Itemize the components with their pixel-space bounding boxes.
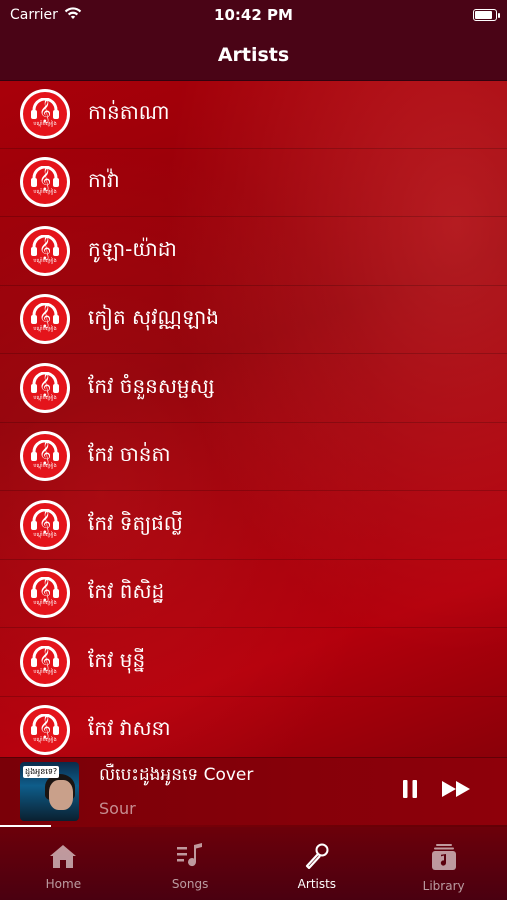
- artist-name: កែវ ពិសិដ្ឋ: [88, 579, 165, 604]
- mini-player[interactable]: ដូងអូនទេ? លឺបេះដូងអូនទេ Cover Sour: [0, 757, 507, 825]
- artist-row[interactable]: 𝄞 បណ្តុំចម្រៀង កៀត សុវណ្ណឡាង: [0, 286, 507, 354]
- artist-avatar: 𝄞 បណ្តុំចម្រៀង: [20, 225, 70, 276]
- logo-text: បណ្តុំចម្រៀង: [33, 531, 57, 538]
- carrier-label: Carrier: [10, 7, 58, 23]
- tab-home-label: Home: [45, 877, 82, 891]
- logo-text: បណ្តុំចម្រៀង: [33, 189, 57, 196]
- artist-row[interactable]: 𝄞 បណ្តុំចម្រៀង កាវ៉ា: [0, 149, 507, 217]
- headphones-icon: [31, 508, 59, 530]
- artist-avatar: 𝄞 បណ្តុំចម្រៀង: [20, 499, 70, 550]
- headphones-icon: [31, 97, 59, 119]
- logo-text: បណ្តុំចម្រៀង: [33, 326, 57, 333]
- fast-forward-icon[interactable]: [441, 779, 473, 803]
- tab-bar: Home Songs Artists Library: [0, 827, 507, 900]
- headphones-icon: [31, 371, 59, 393]
- tab-artists[interactable]: Artists: [254, 827, 381, 900]
- page-title: Artists: [217, 44, 290, 66]
- artist-row[interactable]: 𝄞 បណ្តុំចម្រៀង កែវ ទិត្យផល្លី: [0, 491, 507, 560]
- album-cover[interactable]: ដូងអូនទេ?: [20, 761, 79, 821]
- artist-name: កែវ មុន្នី: [88, 647, 146, 672]
- logo-text: បណ្តុំចម្រៀង: [33, 463, 57, 470]
- artist-list[interactable]: 𝄞 បណ្តុំចម្រៀង កាន់តាណា 𝄞 បណ្តុំចម្រៀង កាវ៉ា 𝄞…: [0, 80, 507, 760]
- logo-text: បណ្តុំចម្រៀង: [33, 737, 57, 744]
- artist-name: កែវ វាសនា: [88, 716, 171, 741]
- artist-row[interactable]: 𝄞 បណ្តុំចម្រៀង កែវ វាសនា: [0, 697, 507, 761]
- headphones-icon: [31, 440, 59, 462]
- logo-text: បណ្តុំចម្រៀង: [33, 120, 57, 127]
- tab-library[interactable]: Library: [380, 827, 507, 900]
- logo-text: បណ្តុំចម្រៀង: [33, 394, 57, 401]
- artist-name: កាវ៉ា: [88, 168, 120, 193]
- battery-icon: [473, 9, 500, 21]
- artist-avatar: 𝄞 បណ្តុំចម្រៀង: [20, 362, 70, 413]
- headphones-icon: [31, 645, 59, 667]
- artist-name: កែវ ចំនួនសម្ផស្ស: [88, 373, 215, 398]
- artist-row[interactable]: 𝄞 បណ្តុំចម្រៀង កូឡា-យ៉ាដា: [0, 217, 507, 286]
- artist-name: កែវ ទិត្យផល្លី: [88, 510, 183, 535]
- artist-row[interactable]: 𝄞 បណ្តុំចម្រៀង កែវ ចាន់តា: [0, 423, 507, 491]
- artist-avatar: 𝄞 បណ្តុំចម្រៀង: [20, 294, 70, 345]
- artist-avatar: 𝄞 បណ្តុំចម្រៀង: [20, 636, 70, 687]
- artist-name: កែវ ចាន់តា: [88, 442, 171, 467]
- headphones-icon: [31, 303, 59, 325]
- artist-row[interactable]: 𝄞 បណ្តុំចម្រៀង កែវ ពិសិដ្ឋ: [0, 560, 507, 628]
- headphones-icon: [31, 577, 59, 599]
- pause-icon[interactable]: [401, 778, 419, 804]
- artist-avatar: 𝄞 បណ្តុំចម្រៀង: [20, 568, 70, 619]
- artist-row[interactable]: 𝄞 បណ្តុំចម្រៀង កាន់តាណា: [0, 80, 507, 149]
- tab-songs-label: Songs: [171, 877, 209, 891]
- artist-row[interactable]: 𝄞 បណ្តុំចម្រៀង កែវ ចំនួនសម្ផស្ស: [0, 354, 507, 423]
- songs-icon: [176, 843, 204, 873]
- logo-text: បណ្តុំចម្រៀង: [33, 257, 57, 264]
- artist-avatar: 𝄞 បណ្តុំចម្រៀង: [20, 705, 70, 756]
- library-icon: [430, 843, 458, 875]
- logo-text: បណ្តុំចម្រៀង: [33, 668, 57, 675]
- now-playing-title: លឺបេះដូងអូនទេ Cover: [99, 765, 254, 785]
- tab-library-label: Library: [422, 879, 465, 893]
- headphones-icon: [31, 714, 59, 736]
- artist-row[interactable]: 𝄞 បណ្តុំចម្រៀង កែវ មុន្នី: [0, 628, 507, 697]
- headphones-icon: [31, 234, 59, 256]
- artist-avatar: 𝄞 បណ្តុំចម្រៀង: [20, 431, 70, 482]
- now-playing-artist: Sour: [99, 799, 136, 818]
- logo-text: បណ្តុំចម្រៀង: [33, 600, 57, 607]
- mic-icon: [303, 843, 331, 873]
- tab-artists-label: Artists: [297, 877, 337, 891]
- home-icon: [49, 843, 77, 873]
- tab-songs[interactable]: Songs: [127, 827, 254, 900]
- tab-home[interactable]: Home: [0, 827, 127, 900]
- artist-name: កាន់តាណា: [88, 99, 170, 124]
- status-bar: Carrier 10:42 PM: [0, 0, 507, 30]
- artist-name: កូឡា-យ៉ាដា: [88, 236, 177, 261]
- artist-avatar: 𝄞 បណ្តុំចម្រៀង: [20, 88, 70, 139]
- artist-name: កៀត សុវណ្ណឡាង: [88, 305, 219, 330]
- artist-avatar: 𝄞 បណ្តុំចម្រៀង: [20, 157, 70, 208]
- headphones-icon: [31, 166, 59, 188]
- nav-bar: Artists: [0, 30, 507, 81]
- wifi-icon: [64, 6, 82, 24]
- cover-text: ដូងអូនទេ?: [23, 765, 60, 778]
